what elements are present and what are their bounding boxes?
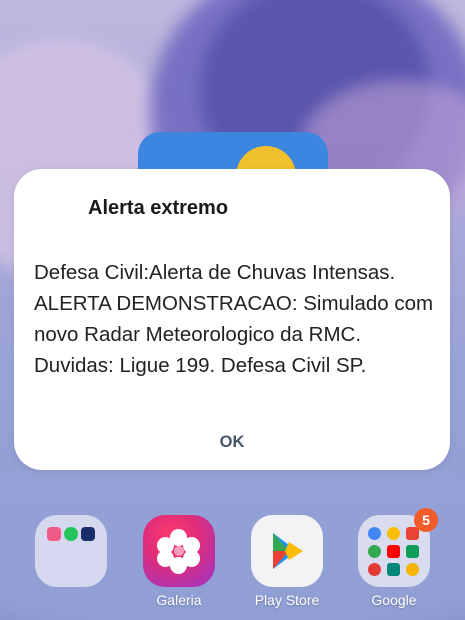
notification-badge: 5 [414, 508, 438, 532]
photos-icon [406, 563, 419, 576]
youtube-music-icon [368, 563, 381, 576]
maps-icon [368, 545, 381, 558]
flower-center [174, 546, 184, 556]
alert-title: Alerta extremo [88, 197, 229, 219]
galeria-label: Galeria [156, 592, 202, 608]
meet-icon [387, 563, 400, 576]
whatsapp-icon [64, 527, 78, 541]
galeria-app-icon[interactable] [143, 515, 215, 587]
google-label: Google [371, 592, 417, 608]
messages-icon [47, 527, 61, 541]
itau-icon [81, 527, 95, 541]
ok-button[interactable]: OK [210, 428, 254, 456]
chrome-icon [387, 527, 400, 540]
app-folder-left[interactable] [35, 515, 107, 587]
play-store-icon [273, 533, 303, 569]
alert-message: Defesa Civil:Alerta de Chuvas Intensas. … [34, 261, 434, 377]
drive-icon [406, 545, 419, 558]
play-store-label: Play Store [254, 592, 320, 608]
flower-petal [157, 537, 174, 554]
play-store-app-icon[interactable] [251, 515, 323, 587]
google-icon [368, 527, 381, 540]
youtube-icon [387, 545, 400, 558]
emergency-alert-dialog: Alerta extremo Defesa Civil:Alerta de Ch… [14, 169, 450, 470]
